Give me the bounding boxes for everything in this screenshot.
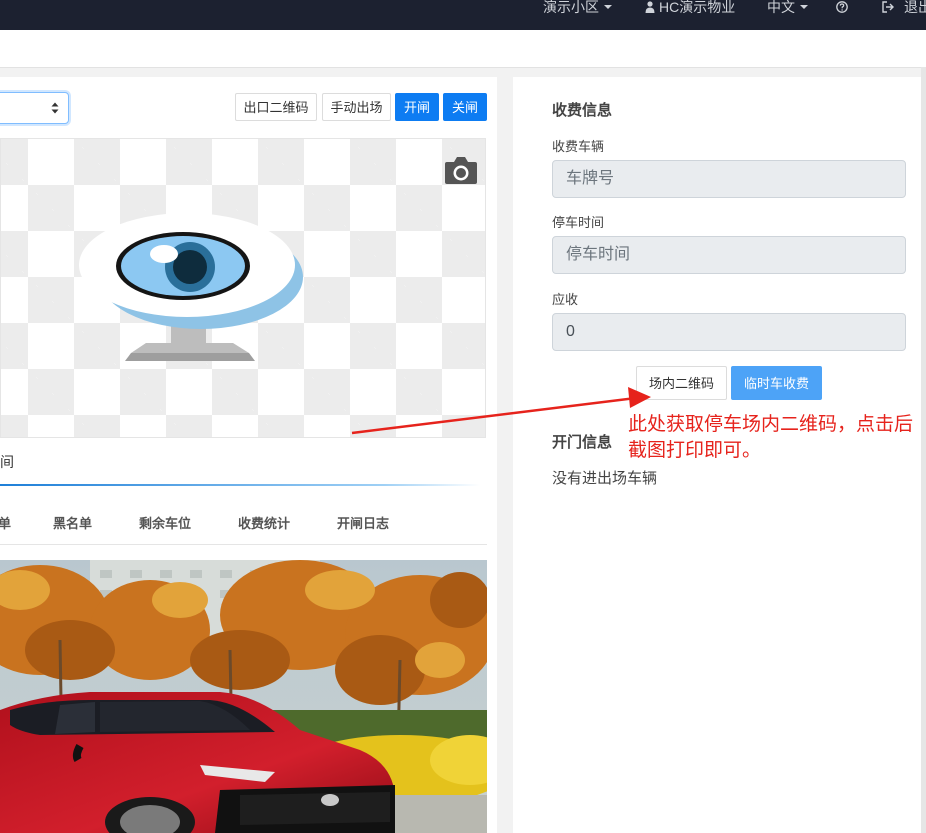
language-label: 中文	[767, 0, 795, 15]
community-label: 演示小区	[543, 0, 599, 15]
tab-underline	[0, 484, 480, 486]
vehicle-label: 收费车辆	[552, 139, 605, 154]
amount-due-field[interactable]: 0	[552, 313, 906, 351]
tab-current[interactable]: 间	[0, 452, 14, 472]
logout-icon	[882, 1, 894, 13]
charge-title: 收费信息	[552, 102, 613, 119]
camera-view	[0, 138, 486, 438]
company-menu[interactable]: HC演示物业	[645, 0, 735, 14]
tab-blacklist[interactable]: 黑名单	[53, 513, 92, 532]
help-icon	[836, 1, 848, 13]
page-scrollbar[interactable]	[921, 67, 926, 833]
close-gate-button[interactable]: 关闸	[443, 93, 487, 121]
select-arrows-icon	[51, 102, 59, 114]
temp-charge-button[interactable]: 临时车收费	[731, 366, 822, 400]
camera-select[interactable]	[0, 92, 69, 124]
vehicle-plate-field[interactable]: 车牌号	[552, 160, 906, 198]
chevron-down-icon	[604, 5, 612, 9]
company-label: HC演示物业	[659, 0, 736, 15]
webcam-icon	[79, 213, 303, 361]
parking-time-field[interactable]: 停车时间	[552, 236, 906, 274]
tab-fee-statistics[interactable]: 收费统计	[238, 513, 290, 532]
inner-qr-button[interactable]: 场内二维码	[636, 366, 727, 400]
tab-gate-log[interactable]: 开闸日志	[337, 513, 389, 532]
gate-info-title: 开门信息	[552, 434, 613, 451]
annotation-text: 此处获取停车场内二维码，点击后截图打印即可。	[628, 414, 914, 461]
sub-header	[0, 30, 926, 68]
amount-due-label: 应收	[552, 292, 579, 307]
chevron-down-icon	[800, 5, 808, 9]
tab-divider	[0, 544, 487, 545]
vehicle-photo	[0, 560, 487, 833]
open-gate-button[interactable]: 开闸	[395, 93, 439, 121]
exit-qr-button[interactable]: 出口二维码	[235, 93, 317, 121]
camera-icon	[445, 157, 477, 184]
language-dropdown[interactable]: 中文	[767, 0, 808, 14]
manual-exit-button[interactable]: 手动出场	[322, 93, 391, 121]
help-button[interactable]	[836, 0, 848, 14]
tab-list[interactable]: 单	[0, 513, 11, 532]
parking-time-label: 停车时间	[552, 215, 605, 230]
logout-button[interactable]: 退出	[882, 0, 926, 14]
logout-label: 退出	[904, 0, 926, 15]
community-dropdown[interactable]: 演示小区	[543, 0, 612, 14]
gate-info-empty: 没有进出场车辆	[552, 470, 658, 487]
user-icon	[645, 1, 655, 13]
tab-remaining-spaces[interactable]: 剩余车位	[139, 513, 191, 532]
